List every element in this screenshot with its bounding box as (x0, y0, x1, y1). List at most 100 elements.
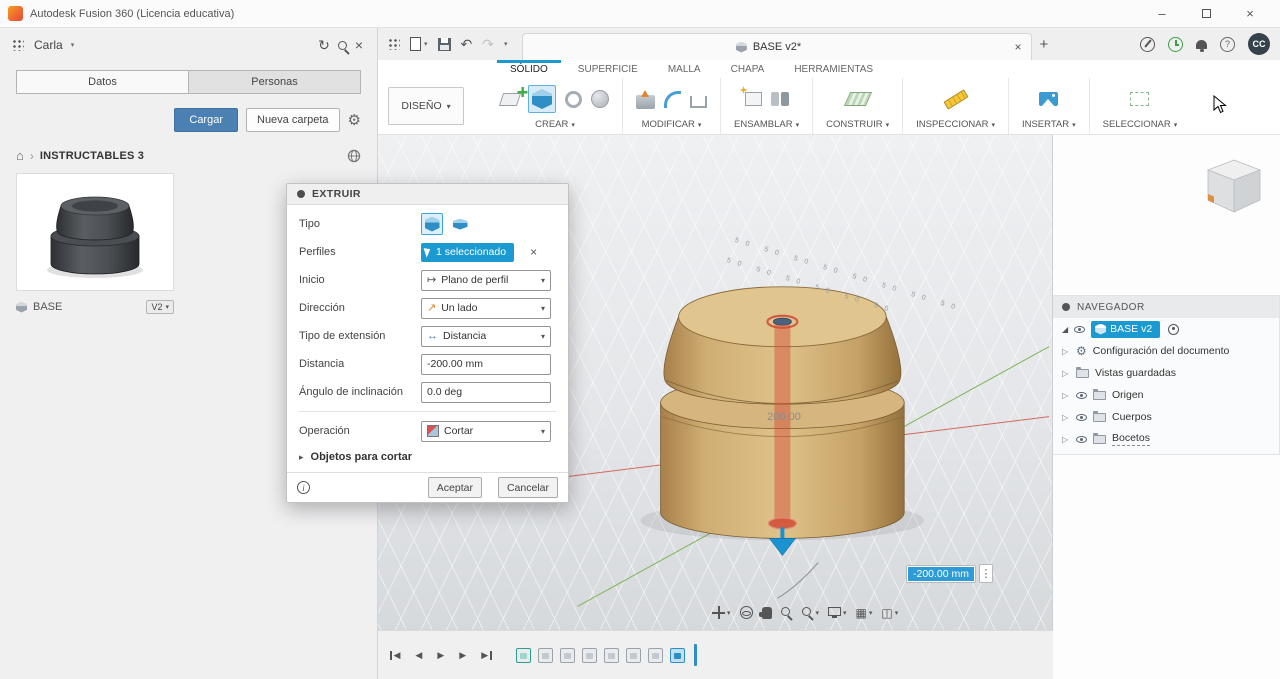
manipulator-menu-icon[interactable]: ⋮ (979, 564, 994, 583)
document-tab[interactable]: BASE v2* × (521, 33, 1032, 60)
taper-angle-input[interactable] (421, 381, 551, 403)
new-tab-button[interactable]: + (1032, 36, 1057, 53)
tab-datos[interactable]: Datos (16, 70, 189, 94)
construction-plane-icon[interactable] (843, 92, 872, 106)
new-folder-button[interactable]: Nueva carpeta (246, 108, 340, 132)
data-panel-toggle-icon[interactable] (388, 38, 400, 50)
orbit-tool[interactable] (739, 606, 753, 619)
close-tab-icon[interactable]: × (1014, 40, 1021, 54)
timeline-sketch-feature[interactable] (515, 647, 531, 663)
create-sketch-icon[interactable] (498, 92, 522, 106)
start-select[interactable]: ↦ Plano de perfil ▾ (421, 269, 551, 291)
go-to-end-button[interactable]: ▶ (481, 650, 492, 661)
profiles-selected-chip[interactable]: 1 seleccionado (421, 242, 515, 262)
extent-select[interactable]: ↔ Distancia ▾ (421, 325, 551, 347)
modificar-menu[interactable]: MODIFICAR ▾ (642, 119, 702, 130)
browser-row-root[interactable]: ◢ BASE v2 (1053, 318, 1279, 340)
play-button[interactable]: ▶ (437, 650, 444, 661)
pan-tool[interactable]: ▾ (712, 606, 731, 619)
home-icon[interactable]: ⌂ (16, 148, 24, 163)
browser-row-doc-settings[interactable]: ▷ ⚙ Configuración del documento (1053, 340, 1279, 362)
team-grid-icon[interactable] (12, 39, 24, 51)
root-component-selected[interactable]: BASE v2 (1091, 320, 1161, 338)
insert-canvas-icon[interactable] (1039, 92, 1059, 106)
operation-select[interactable]: Cortar ▾ (421, 420, 551, 442)
dialog-header[interactable]: EXTRUIR (287, 184, 568, 205)
tab-chapa[interactable]: CHAPA (731, 60, 765, 78)
minimize-button[interactable]: – (1140, 0, 1184, 27)
revolve-icon[interactable] (565, 90, 582, 108)
fillet-icon[interactable] (664, 90, 681, 108)
measure-icon[interactable] (942, 88, 969, 110)
step-back-button[interactable]: ◀ (415, 650, 422, 661)
browser-row-bodies[interactable]: ▷ Cuerpos (1053, 406, 1279, 428)
objects-to-cut-section[interactable]: ▸ Objetos para cortar (299, 445, 556, 469)
collapse-dot-icon[interactable] (1062, 303, 1070, 311)
accept-button[interactable]: Aceptar (427, 477, 482, 498)
distance-input[interactable] (421, 353, 551, 375)
direction-select[interactable]: ↗ Un lado ▾ (421, 297, 551, 319)
cancel-button[interactable]: Cancelar (497, 477, 558, 498)
info-icon[interactable]: i (297, 481, 310, 494)
select-marquee-icon[interactable] (1130, 92, 1150, 106)
upload-button[interactable]: Cargar (174, 108, 238, 132)
expand-arrow-icon[interactable]: ▷ (1062, 369, 1070, 378)
go-to-start-button[interactable]: ◀ (390, 650, 400, 661)
distance-inline-input[interactable]: -200.00 mm (906, 564, 977, 583)
view-cube[interactable] (1203, 157, 1265, 217)
activate-radio-icon[interactable] (1168, 323, 1180, 335)
tab-malla[interactable]: MALLA (668, 60, 701, 78)
browser-row-origin[interactable]: ▷ Origen (1053, 384, 1279, 406)
clear-selection-icon[interactable]: × (530, 245, 537, 259)
timeline-feature[interactable] (647, 647, 663, 663)
expand-arrow-icon[interactable]: ▷ (1062, 391, 1070, 400)
corner-triangle-icon[interactable]: ◢ (1062, 325, 1068, 334)
viewports-settings[interactable]: ◫ ▾ (881, 607, 898, 619)
sphere-icon[interactable] (591, 90, 609, 108)
timeline-active-extrude[interactable] (669, 647, 685, 663)
visibility-eye-icon[interactable] (1076, 435, 1087, 443)
expand-arrow-icon[interactable]: ▸ (299, 452, 304, 463)
account-avatar[interactable]: CC (1248, 33, 1270, 55)
ensamblar-menu[interactable]: ENSAMBLAR ▾ (734, 119, 799, 130)
timeline-feature[interactable] (559, 647, 575, 663)
display-settings[interactable]: ▾ (828, 606, 847, 619)
extrude-type-solid-button[interactable] (421, 213, 443, 235)
insertar-menu[interactable]: INSERTAR ▾ (1022, 119, 1076, 130)
redo-icon[interactable]: ↷ (482, 36, 494, 53)
version-dropdown[interactable]: V2 ▾ (146, 300, 174, 314)
extrude-arrow-stem[interactable] (780, 527, 785, 539)
timeline-feature[interactable] (603, 647, 619, 663)
help-icon[interactable]: ? (1220, 36, 1235, 52)
close-panel-icon[interactable]: × (355, 37, 363, 53)
crear-menu[interactable]: CREAR ▾ (535, 119, 575, 130)
model-name[interactable]: BASE (33, 301, 140, 313)
expand-arrow-icon[interactable]: ▷ (1062, 435, 1070, 444)
workspace-selector[interactable]: DISEÑO ▾ (388, 87, 464, 125)
expand-arrow-icon[interactable]: ▷ (1062, 347, 1070, 356)
browser-row-sketches[interactable]: ▷ Bocetos (1053, 428, 1279, 450)
tab-herramientas[interactable]: HERRAMIENTAS (794, 60, 873, 78)
chevron-down-icon[interactable]: ▾ (71, 41, 75, 49)
joint-icon[interactable] (770, 92, 789, 106)
search-icon[interactable] (337, 40, 347, 50)
extrude-tool-active[interactable] (528, 85, 556, 113)
save-icon[interactable] (437, 37, 451, 51)
model-thumbnail-card[interactable] (16, 173, 174, 291)
step-forward-button[interactable]: ▶ (459, 650, 466, 661)
new-component-icon[interactable] (744, 92, 762, 106)
grid-settings[interactable]: ▦ ▾ (856, 607, 873, 619)
timeline-feature[interactable] (625, 647, 641, 663)
project-name[interactable]: INSTRUCTABLES 3 (40, 150, 144, 162)
sync-globe-icon[interactable] (347, 149, 361, 163)
construir-menu[interactable]: CONSTRUIR ▾ (826, 119, 889, 130)
undo-icon[interactable]: ↶ (461, 36, 473, 53)
extrude-arrow-manipulator[interactable] (768, 538, 796, 556)
settings-gear-icon[interactable]: ⚙ (348, 111, 361, 129)
file-menu[interactable]: ▾ (410, 37, 428, 51)
refresh-icon[interactable]: ↻ (318, 37, 330, 54)
visibility-eye-icon[interactable] (1076, 391, 1087, 399)
zoom-tool[interactable] (780, 606, 793, 619)
collapse-dot-icon[interactable] (297, 190, 305, 198)
tab-superficie[interactable]: SUPERFICIE (578, 60, 638, 78)
